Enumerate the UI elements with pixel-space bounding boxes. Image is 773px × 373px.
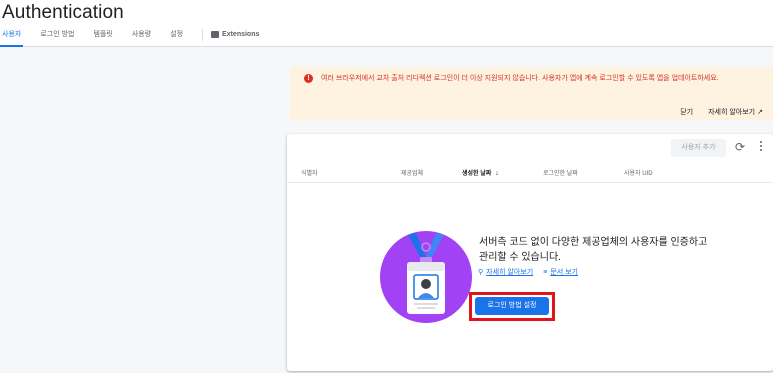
banner-learn-more-label: 자세히 알아보기: [708, 109, 756, 116]
column-identifier[interactable]: 식별자: [301, 168, 318, 177]
page-header: Authentication 사용자 로그인 방법 템플릿 사용량 설정 Ext…: [0, 0, 773, 47]
column-provider[interactable]: 제공업체: [401, 168, 423, 177]
view-docs-link[interactable]: ≡ 문서 보기: [543, 267, 578, 277]
setup-sign-in-method-button[interactable]: 로그인 방법 설정: [475, 297, 549, 315]
empty-state-message: 서버측 코드 없이 다양한 제공업체의 사용자를 인증하고 관리할 수 있습니다…: [479, 237, 708, 263]
tab-extensions[interactable]: Extensions: [211, 30, 259, 47]
tab-divider: [202, 29, 204, 41]
error-icon: !: [304, 74, 313, 83]
banner-actions: 닫기 자세히 알아보기 ↗: [680, 107, 763, 117]
learn-more-label: 자세히 알아보기: [486, 269, 534, 276]
docs-icon: ≡: [543, 268, 548, 276]
users-table-header: 식별자 제공업체 생성한 날짜 ↓ 로그인한 날짜 사용자 UID: [287, 166, 773, 182]
column-created-label: 생성한 날짜: [462, 171, 492, 177]
tab-bar: 사용자 로그인 방법 템플릿 사용량 설정 Extensions: [0, 29, 278, 47]
tab-settings[interactable]: 설정: [170, 30, 183, 47]
column-signed-in[interactable]: 로그인한 날짜: [543, 168, 578, 177]
tab-sign-in-method[interactable]: 로그인 방법: [40, 30, 74, 47]
tab-templates[interactable]: 템플릿: [93, 30, 112, 47]
tab-extensions-label: Extensions: [222, 31, 260, 38]
learn-more-link[interactable]: ⚲ 자세히 알아보기: [478, 267, 533, 277]
banner-dismiss-button[interactable]: 닫기: [680, 107, 693, 117]
empty-state-links: ⚲ 자세히 알아보기 ≡ 문서 보기: [478, 267, 578, 277]
location-pin-icon: ⚲: [478, 269, 484, 276]
column-user-uid[interactable]: 사용자 UID: [624, 168, 653, 177]
open-in-new-icon: ↗: [757, 109, 763, 116]
page-title: Authentication: [2, 2, 124, 23]
arrow-downward-icon: ↓: [495, 170, 499, 177]
id-badge-illustration: [380, 231, 472, 323]
header-divider: [287, 182, 773, 183]
extensions-icon: [211, 31, 220, 38]
add-user-button[interactable]: 사용자 추가: [671, 139, 726, 157]
users-card: 사용자 추가 ⟳ 식별자 제공업체 생성한 날짜 ↓ 로그인한 날짜 사용자 UI…: [287, 134, 773, 371]
warning-banner: ! 여러 브라우저에서 교차 출처 리디렉션 로그인이 더 이상 지원되지 않습…: [290, 67, 773, 120]
column-created[interactable]: 생성한 날짜 ↓: [462, 168, 499, 177]
banner-message: 여러 브라우저에서 교차 출처 리디렉션 로그인이 더 이상 지원되지 않습니다…: [321, 75, 719, 82]
more-vert-icon[interactable]: [759, 141, 763, 153]
banner-learn-more-link[interactable]: 자세히 알아보기 ↗: [708, 107, 763, 117]
tab-users[interactable]: 사용자: [0, 30, 24, 47]
tab-usage[interactable]: 사용량: [132, 30, 151, 47]
refresh-icon[interactable]: ⟳: [735, 139, 745, 155]
view-docs-label: 문서 보기: [550, 269, 578, 276]
